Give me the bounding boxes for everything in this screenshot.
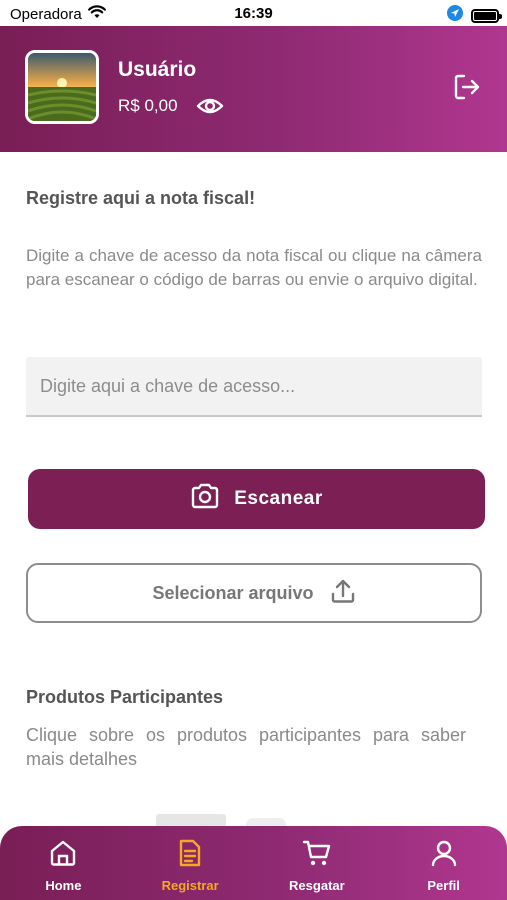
home-icon: [48, 838, 78, 873]
cart-icon: [302, 838, 332, 873]
nav-item-registrar[interactable]: Registrar: [127, 826, 254, 900]
products-description: Clique sobre os produtos participantes p…: [26, 725, 466, 769]
balance-row: R$ 0,00: [118, 96, 224, 116]
nav-item-perfil[interactable]: Perfil: [380, 826, 507, 900]
location-icon: [447, 5, 463, 26]
clock: 16:39: [234, 5, 273, 22]
nav-item-resgatar[interactable]: Resgatar: [254, 826, 381, 900]
products-title: Produtos Participantes: [26, 687, 224, 707]
select-file-label: Selecionar arquivo: [152, 582, 314, 603]
eye-icon[interactable]: [196, 96, 224, 116]
select-file-button[interactable]: Selecionar arquivo: [26, 563, 482, 623]
access-key-input[interactable]: [26, 357, 482, 417]
scan-button[interactable]: Escanear: [28, 469, 485, 529]
balance-value: R$ 0,00: [118, 96, 178, 115]
register-description: Digite a chave de acesso da nota fiscal …: [26, 246, 482, 289]
nav-label-resgatar: Resgatar: [289, 878, 345, 893]
battery-icon: [471, 8, 502, 23]
upload-icon: [330, 578, 356, 609]
nav-label-home: Home: [45, 878, 82, 893]
logout-icon[interactable]: [453, 73, 481, 101]
register-title: Registre aqui a nota fiscal!: [26, 188, 256, 208]
avatar[interactable]: [25, 50, 99, 124]
status-bar: Operadora 16:39: [0, 0, 507, 26]
bottom-nav: Home Registrar Resgatar Perfil: [0, 826, 507, 900]
nav-label-registrar: Registrar: [161, 878, 219, 893]
status-right: [447, 5, 502, 26]
camera-icon: [190, 483, 220, 515]
avatar-image: [28, 53, 96, 121]
nav-label-perfil: Perfil: [427, 878, 460, 893]
user-name: Usuário: [118, 58, 197, 81]
nav-item-home[interactable]: Home: [0, 826, 127, 900]
document-icon: [175, 838, 205, 873]
profile-header: Usuário R$ 0,00: [0, 26, 507, 152]
user-icon: [429, 838, 459, 873]
scan-button-label: Escanear: [234, 488, 323, 509]
